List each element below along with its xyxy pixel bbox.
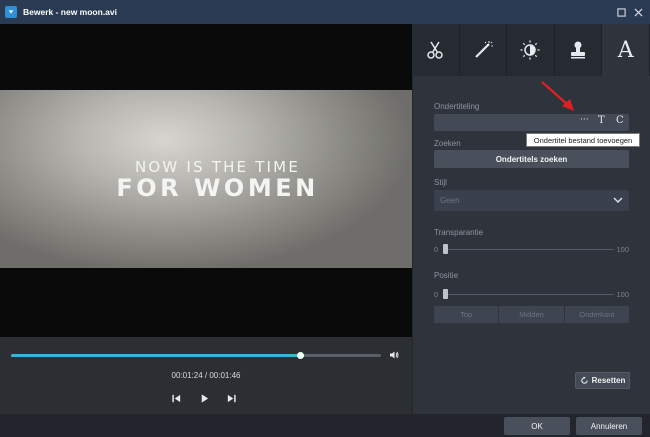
transparency-max: 100 xyxy=(616,245,629,254)
seek-bar[interactable] xyxy=(11,352,381,359)
seek-bar-progress xyxy=(11,354,300,357)
position-bottom-button[interactable]: Onderkant xyxy=(564,306,629,323)
stamp-icon xyxy=(571,41,586,59)
cancel-button[interactable]: Annuleren xyxy=(576,417,642,435)
transparency-min: 0 xyxy=(434,245,439,254)
tooltip: Ondertitel bestand toevoegen xyxy=(526,133,640,147)
timecode: 00:01:24 / 00:01:46 xyxy=(171,371,241,380)
text-style-icon[interactable]: T xyxy=(598,115,605,126)
reset-label: Resetten xyxy=(591,376,626,385)
seek-handle[interactable] xyxy=(296,352,304,359)
position-middle-button[interactable]: Midden xyxy=(499,306,564,323)
tab-watermark[interactable] xyxy=(555,24,603,76)
tab-cut[interactable] xyxy=(412,24,460,76)
tab-effects[interactable] xyxy=(460,24,508,76)
edit-tabs: A xyxy=(412,24,650,76)
tab-subtitles[interactable]: A xyxy=(602,24,650,76)
font-icon[interactable]: C xyxy=(616,115,624,126)
position-min: 0 xyxy=(434,290,439,299)
window-title: Bewerk - new moon.avi xyxy=(23,7,117,17)
play-button[interactable] xyxy=(198,392,210,404)
text-icon: A xyxy=(617,37,634,63)
position-track xyxy=(443,294,614,295)
transparency-slider[interactable]: 0 100 xyxy=(434,243,629,255)
tab-adjust[interactable] xyxy=(507,24,555,76)
close-button[interactable] xyxy=(630,4,646,20)
ok-button[interactable]: OK xyxy=(504,417,570,435)
position-label: Positie xyxy=(434,271,459,280)
search-subtitles-button[interactable]: Ondertitels zoeken xyxy=(434,150,629,168)
style-select-value: Geen xyxy=(440,196,460,205)
search-label: Zoeken xyxy=(434,139,461,148)
magic-wand-icon xyxy=(475,41,493,58)
edit-panel xyxy=(412,24,650,414)
reset-icon xyxy=(580,376,588,384)
transparency-handle[interactable] xyxy=(443,244,448,254)
subtitle-label: Ondertiteling xyxy=(434,102,480,111)
transparency-label: Transparantie xyxy=(434,228,484,237)
title-bar: Bewerk - new moon.avi xyxy=(0,0,650,24)
app-logo-icon xyxy=(5,6,17,18)
video-caption-line2: FOR WOMEN xyxy=(116,174,319,202)
next-frame-button[interactable] xyxy=(225,392,237,404)
reset-button[interactable]: Resetten xyxy=(575,372,630,389)
previous-frame-button[interactable] xyxy=(170,392,182,404)
transparency-track xyxy=(443,249,614,250)
chevron-down-icon xyxy=(613,197,623,203)
volume-icon[interactable] xyxy=(389,350,399,360)
more-icon[interactable]: ··· xyxy=(580,115,589,125)
scissors-icon xyxy=(427,41,444,59)
style-select[interactable]: Geen xyxy=(434,190,629,211)
style-label: Stijl xyxy=(434,178,447,187)
position-options: Top Midden Onderkant xyxy=(434,306,629,323)
maximize-button[interactable] xyxy=(613,4,629,20)
position-handle[interactable] xyxy=(443,289,448,299)
position-slider[interactable]: 0 100 xyxy=(434,288,629,300)
position-top-button[interactable]: Top xyxy=(434,306,499,323)
position-max: 100 xyxy=(616,290,629,299)
red-arrow-annotation xyxy=(541,81,574,111)
brightness-icon xyxy=(520,40,540,60)
